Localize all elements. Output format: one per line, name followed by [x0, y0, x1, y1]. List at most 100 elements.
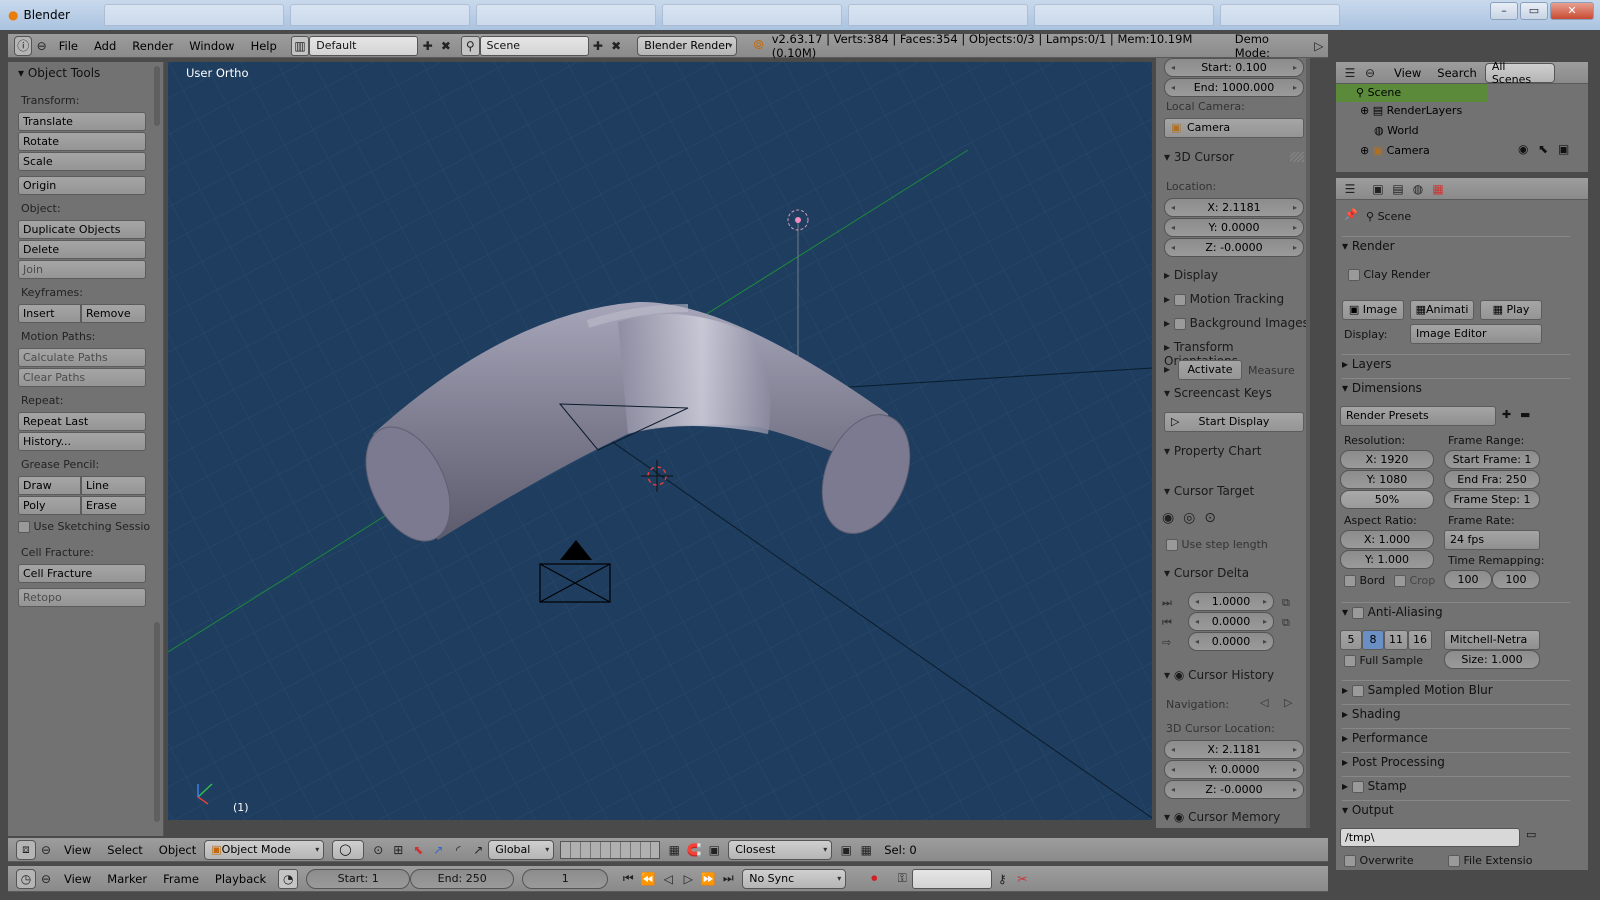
aa-samples-16[interactable]: 16 — [1408, 630, 1432, 650]
opengl-anim-icon[interactable]: ▦ — [856, 840, 876, 860]
aa-samples-11[interactable]: 11 — [1384, 630, 1408, 650]
start-display-button[interactable]: ▷ Start Display — [1164, 412, 1304, 432]
use-sketching-checkbox-row[interactable]: Use Sketching Sessio — [18, 520, 150, 533]
snap-normal-icon[interactable]: ↗ — [468, 840, 488, 860]
remove-keyframe-button[interactable]: Remove — [81, 304, 146, 323]
shading-section[interactable]: ▸ Shading — [1342, 704, 1570, 721]
display-dropdown[interactable]: Image Editor — [1410, 324, 1542, 344]
layers-section[interactable]: ▸ Layers — [1342, 354, 1570, 371]
delete-scene-icon[interactable]: ✖ — [607, 36, 625, 56]
frame-menu[interactable]: Frame — [155, 872, 207, 886]
nav-prev-icon[interactable]: ◁ — [1260, 696, 1268, 709]
menu-file[interactable]: File — [51, 39, 86, 53]
crop-checkbox-row[interactable]: Crop — [1394, 574, 1435, 587]
volume-target-icon[interactable]: ◎ — [1183, 510, 1195, 526]
delete-keyframe-icon[interactable]: ✂ — [1012, 869, 1032, 889]
editor-type-icon[interactable]: ⓘ — [14, 35, 33, 56]
opengl-render-icon[interactable]: ▣ — [836, 840, 856, 860]
taskbar-tab[interactable] — [1220, 4, 1340, 26]
remap-old-field[interactable]: 100 — [1444, 570, 1492, 589]
step-back-icon[interactable]: ⏮ — [1162, 616, 1172, 630]
resolution-percent-field[interactable]: 50% — [1340, 490, 1434, 509]
aa-size-field[interactable]: Size: 1.000 — [1444, 650, 1540, 669]
draw-button[interactable]: Draw — [18, 476, 81, 495]
visibility-eye-icon[interactable]: ◉ — [1518, 142, 1528, 156]
minimize-button[interactable]: – — [1490, 2, 1518, 20]
output-path-field[interactable]: /tmp\ — [1340, 828, 1520, 847]
editor-type-icon[interactable]: ☰ — [1340, 179, 1360, 199]
rotate-manipulator-icon[interactable]: ↗ — [428, 840, 448, 860]
checkbox[interactable] — [1348, 269, 1360, 281]
add-preset-icon[interactable]: ✚ — [1502, 408, 1511, 421]
timeline-start-field[interactable]: Start: 1 — [306, 868, 411, 889]
editor-type-icon[interactable]: ◷ — [16, 868, 36, 889]
n-panel-scrollbar[interactable] — [1306, 58, 1310, 828]
full-sample-row[interactable]: Full Sample — [1344, 654, 1423, 667]
origin-button[interactable]: Origin — [18, 176, 146, 195]
cursor-paste-icon[interactable]: ⧉ — [1282, 616, 1290, 630]
delta-z-field[interactable]: 0.0000 — [1188, 632, 1274, 651]
screen-layout-field[interactable]: Default — [309, 35, 419, 56]
timeline-view-menu[interactable]: View — [56, 872, 99, 886]
repeat-last-button[interactable]: Repeat Last — [18, 412, 146, 431]
resolution-y-field[interactable]: Y: 1080 — [1340, 470, 1434, 489]
history-z-field[interactable]: Z: -0.0000 — [1164, 780, 1304, 799]
scale-manipulator-icon[interactable]: ◜ — [448, 840, 468, 860]
close-button[interactable]: ✕ — [1550, 2, 1594, 20]
rotate-button[interactable]: Rotate — [18, 132, 146, 151]
render-engine-dropdown[interactable]: Blender Render ▾ — [637, 35, 738, 56]
manipulator-icon[interactable]: ⊞ — [388, 840, 408, 860]
performance-section[interactable]: ▸ Performance — [1342, 728, 1570, 745]
snap-target-dropdown[interactable]: Closest ▾ — [728, 839, 833, 860]
delete-layout-icon[interactable]: ✖ — [437, 36, 455, 56]
history-y-field[interactable]: Y: 0.0000 — [1164, 760, 1304, 779]
snap-icon[interactable]: 🧲 — [684, 840, 704, 860]
erase-button[interactable]: Erase — [81, 496, 146, 515]
center-target-icon[interactable]: ⊙ — [1204, 510, 1216, 526]
frame-step-field[interactable]: Frame Step: 1 — [1444, 490, 1540, 509]
translate-button[interactable]: Translate — [18, 112, 146, 131]
checkbox[interactable] — [1344, 575, 1356, 587]
arrow-right-icon[interactable]: ⇨ — [1162, 636, 1171, 649]
collapse-menu-icon[interactable]: ⊖ — [32, 36, 50, 56]
add-layout-icon[interactable]: ✚ — [418, 36, 436, 56]
checkbox[interactable] — [1173, 293, 1186, 306]
outliner-filter-dropdown[interactable]: All Scenes — [1484, 60, 1555, 86]
checkbox[interactable] — [1344, 655, 1356, 667]
pin-icon[interactable]: 📌 — [1344, 208, 1358, 221]
taskbar-tab[interactable] — [848, 4, 1028, 26]
clip-start-field[interactable]: Start: 0.100 — [1164, 58, 1304, 77]
select-menu[interactable]: Select — [99, 843, 150, 857]
taskbar-tab[interactable] — [104, 4, 284, 26]
use-step-length-row[interactable]: Use step length — [1166, 538, 1268, 551]
checkbox[interactable] — [1351, 780, 1364, 793]
maximize-button[interactable]: ▭ — [1520, 2, 1548, 20]
delta-x-field[interactable]: 1.0000 — [1188, 592, 1274, 611]
overwrite-row[interactable]: Overwrite — [1344, 854, 1414, 867]
output-section[interactable]: ▾ Output — [1342, 800, 1570, 817]
checkbox[interactable] — [1173, 317, 1186, 330]
clear-paths-button[interactable]: Clear Paths — [18, 368, 146, 387]
object-tools-header[interactable]: ▾ Object Tools — [18, 66, 100, 80]
checkbox[interactable] — [1448, 855, 1460, 867]
cursor-memory-section[interactable]: ▾ ◉ Cursor Memory — [1164, 810, 1280, 824]
object-menu[interactable]: Object — [151, 843, 204, 857]
play-animation-button[interactable]: ▦ Play — [1480, 300, 1542, 320]
3d-cursor-section[interactable]: ▾ 3D Cursor — [1164, 150, 1234, 164]
menu-add[interactable]: Add — [86, 39, 124, 53]
scene-icon[interactable]: ⚲ — [461, 35, 480, 56]
aa-samples-5[interactable]: 5 — [1340, 630, 1362, 650]
border-checkbox-row[interactable]: Bord — [1344, 574, 1385, 587]
start-frame-field[interactable]: Start Frame: 1 — [1444, 450, 1540, 469]
calculate-paths-button[interactable]: Calculate Paths — [18, 348, 146, 367]
insert-keyframe-icon[interactable]: ⚷ — [992, 869, 1012, 889]
play-icon[interactable]: ▷ — [678, 869, 698, 889]
frame-rate-dropdown[interactable]: 24 fps — [1444, 530, 1540, 550]
clip-end-field[interactable]: End: 1000.000 — [1164, 78, 1304, 97]
screen-layout-icon[interactable]: ▥ — [290, 35, 310, 56]
collapse-menu-icon[interactable]: ⊖ — [1360, 63, 1380, 83]
play-reverse-icon[interactable]: ◁ — [658, 869, 678, 889]
jump-start-icon[interactable]: ⏮ — [618, 869, 638, 889]
file-extension-row[interactable]: File Extensio — [1448, 854, 1532, 867]
dimensions-section[interactable]: ▾ Dimensions — [1342, 378, 1570, 395]
